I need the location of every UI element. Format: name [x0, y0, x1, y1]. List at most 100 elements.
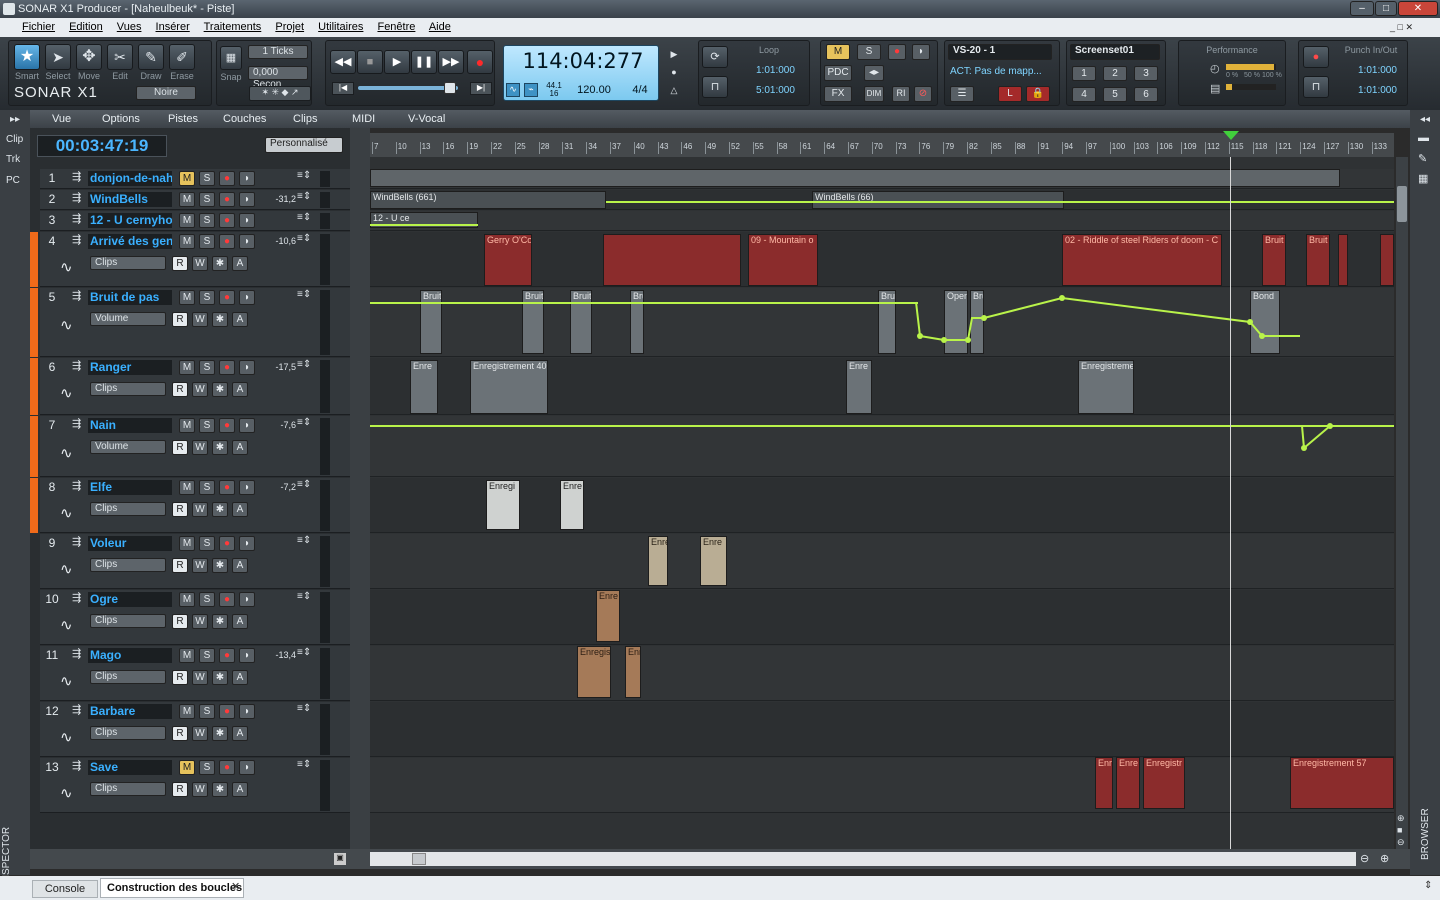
write-button[interactable]: W: [192, 440, 208, 455]
track-menu-icon[interactable]: ≡⇕: [297, 479, 311, 490]
read-button[interactable]: R: [172, 782, 188, 797]
clip-enre-9b[interactable]: Enre: [700, 536, 727, 586]
clip-enre-10a[interactable]: Enre: [596, 590, 620, 642]
fx-button[interactable]: FX: [824, 86, 852, 102]
track-header[interactable]: 5 ⇶ Bruit de pas M S ● ◗ ≡⇕ ∿ Volume R W ✱ A: [40, 288, 350, 357]
track-name[interactable]: donjon-de-nah: [88, 171, 172, 186]
track-solo-button[interactable]: S: [199, 171, 215, 186]
screenset-6[interactable]: 6: [1134, 87, 1158, 102]
track-solo-button[interactable]: S: [199, 480, 215, 495]
track-header[interactable]: 12 ⇶ Barbare M S ● ◗ ≡⇕ ∿ Clips R W ✱ A: [40, 702, 350, 757]
play-button[interactable]: ▶: [384, 50, 410, 74]
maximize-button[interactable]: □: [1375, 1, 1397, 16]
track-menu-icon[interactable]: ≡⇕: [297, 289, 311, 300]
track-name[interactable]: Save: [88, 760, 172, 775]
meter-display[interactable]: 4/4: [626, 84, 654, 96]
track-name[interactable]: Bruit de pas: [88, 290, 172, 305]
menu-clips[interactable]: Clips: [293, 110, 317, 128]
screenset-3[interactable]: 3: [1134, 66, 1158, 81]
smart-tool-button[interactable]: ★: [14, 44, 40, 70]
snap-seconds-field[interactable]: 0,000 Secon: [248, 66, 308, 90]
folder-icon[interactable]: ▬: [1418, 132, 1429, 144]
clip-windbells-66[interactable]: WindBells (66): [812, 191, 1064, 209]
act-lock-button[interactable]: 🔒: [1026, 86, 1050, 102]
track-header[interactable]: 13 ⇶ Save M S ● ◗ ≡⇕ ∿ Clips R W ✱ A: [40, 758, 350, 813]
track-menu-icon[interactable]: ≡⇕: [297, 191, 311, 202]
menu-fichier[interactable]: Fichier: [22, 21, 55, 33]
volume-envelope-3[interactable]: [370, 224, 478, 226]
clip-enregistrement-40[interactable]: Enregistrement 40: [470, 360, 548, 414]
envelope-curve-5[interactable]: [900, 290, 1300, 350]
track-mute-button[interactable]: M: [179, 290, 195, 305]
track-mute-button[interactable]: M: [179, 360, 195, 375]
zoom-in-icon[interactable]: ⊕: [1380, 852, 1389, 865]
read-button[interactable]: R: [172, 726, 188, 741]
track-name[interactable]: Barbare: [88, 704, 172, 719]
track-mute-button[interactable]: M: [179, 592, 195, 607]
edit-filter-select[interactable]: Clips: [90, 670, 166, 684]
track-lane[interactable]: [370, 702, 1394, 757]
horizontal-scrollbar[interactable]: [370, 852, 1356, 866]
inspector-tab-clip[interactable]: Clip: [6, 134, 23, 145]
dim-button[interactable]: DIM: [864, 86, 884, 102]
clip-bruit-5d[interactable]: Bruit: [630, 290, 644, 354]
track-solo-button[interactable]: S: [199, 536, 215, 551]
menu-midi[interactable]: MIDI: [352, 110, 375, 128]
menu-vue[interactable]: Vue: [52, 110, 71, 128]
track-props-icon[interactable]: ⇶: [72, 233, 81, 246]
loop-end[interactable]: 5:01:000: [756, 85, 795, 96]
track-volume[interactable]: -10,6: [262, 236, 296, 246]
track-props-icon[interactable]: ⇶: [72, 170, 81, 183]
write-button[interactable]: W: [192, 256, 208, 271]
read-button[interactable]: R: [172, 382, 188, 397]
track-header[interactable]: 3 ⇶ 12 - U cernyho M S ● ◗ ≡⇕: [40, 211, 350, 231]
punch-start[interactable]: 1:01:000: [1358, 65, 1397, 76]
track-header[interactable]: 9 ⇶ Voleur M S ● ◗ ≡⇕ ∿ Clips R W ✱ A: [40, 534, 350, 589]
track-props-icon[interactable]: ⇶: [72, 191, 81, 204]
read-button[interactable]: R: [172, 312, 188, 327]
track-record-button[interactable]: ●: [219, 592, 235, 607]
close-button[interactable]: ✕: [1398, 1, 1438, 16]
track-lane[interactable]: [370, 211, 1394, 231]
track-record-button[interactable]: ●: [219, 213, 235, 228]
clip-enr-13a[interactable]: Enr: [1095, 757, 1113, 809]
track-solo-button[interactable]: S: [199, 648, 215, 663]
track-props-icon[interactable]: ⇶: [72, 703, 81, 716]
tab-console[interactable]: Console: [32, 880, 98, 898]
track-name[interactable]: Nain: [88, 418, 172, 433]
midi-button[interactable]: ◂▸: [864, 65, 884, 81]
clip-gerry[interactable]: Gerry O'Co: [484, 234, 532, 286]
track-record-button[interactable]: ●: [219, 290, 235, 305]
move-tool-button[interactable]: ✥: [76, 44, 102, 70]
clip-windbells-661[interactable]: WindBells (661): [370, 191, 606, 209]
track-mute-button[interactable]: M: [179, 536, 195, 551]
read-button[interactable]: R: [172, 502, 188, 517]
clip-bruit-5e[interactable]: Bruit: [878, 290, 896, 354]
track-props-icon[interactable]: ⇶: [72, 647, 81, 660]
edit-filter-select[interactable]: Volume: [90, 440, 166, 454]
act-list-button[interactable]: ☰: [950, 86, 974, 102]
zoom-out-icon[interactable]: ⊖: [1360, 852, 1369, 865]
tempo-display[interactable]: 120.00: [570, 84, 618, 96]
inspector-expand-button[interactable]: ▸▸: [4, 114, 26, 128]
disable-fx-button[interactable]: ⊘: [914, 86, 932, 102]
pdc-button[interactable]: PDC: [824, 65, 852, 81]
track-volume[interactable]: -7,2: [262, 482, 296, 492]
clip-bruit-4a[interactable]: Bruit: [1262, 234, 1286, 286]
track-header[interactable]: 2 ⇶ WindBells M S ● ◗ -31,2 ≡⇕: [40, 190, 350, 210]
snap-mode-buttons[interactable]: ✶ ✳ ◆ ↗: [249, 86, 311, 101]
edit-filter-select[interactable]: Volume: [90, 312, 166, 326]
read-button[interactable]: R: [172, 614, 188, 629]
write-button[interactable]: W: [192, 726, 208, 741]
clip-track1[interactable]: [370, 169, 1340, 187]
keyboard-icon[interactable]: ▦: [1418, 172, 1428, 185]
track-lane[interactable]: [370, 646, 1394, 701]
write-button[interactable]: W: [192, 782, 208, 797]
playhead-marker[interactable]: [1223, 131, 1239, 140]
track-name[interactable]: Voleur: [88, 536, 172, 551]
inspector-tab-trk[interactable]: Trk: [6, 154, 20, 165]
freeze-button[interactable]: ✱: [212, 558, 228, 573]
vertical-scroll-thumb[interactable]: [1397, 186, 1407, 222]
track-volume[interactable]: -31,2: [262, 194, 296, 204]
track-record-button[interactable]: ●: [219, 360, 235, 375]
